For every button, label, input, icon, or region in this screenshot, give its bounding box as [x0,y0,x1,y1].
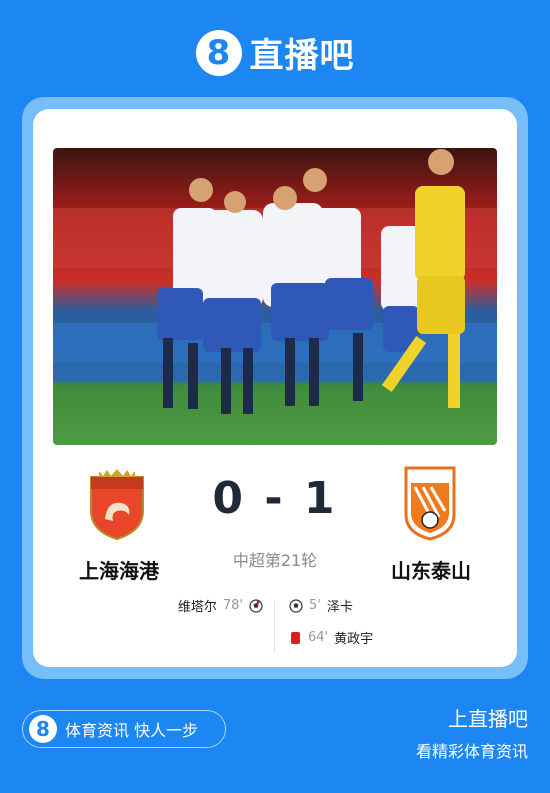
slogan-text: 体育资讯 快人一步 [65,721,199,740]
event-minute: 78' [222,598,243,613]
event-minute: 5' [309,598,321,613]
brand-header: 8 直播吧 [0,28,550,77]
events-divider [274,601,275,653]
shandong-taishan-crest-icon [404,466,456,541]
footer-subtitle: 看精彩体育资讯 [415,742,528,761]
away-goal-event: 5' 泽卡 [289,596,353,615]
logo-badge-icon: 8 [195,29,242,76]
footer-cta: 上直播吧 看精彩体育资讯 [416,703,528,762]
away-card-event: 64' 黄政宇 [289,628,373,647]
score-section: 0 - 1 上海海港 中超第21轮 山东泰山 [33,465,517,585]
card-icon [291,631,300,644]
match-card: 0 - 1 上海海港 中超第21轮 山东泰山 维塔尔 78' 5' 泽卡 64'… [33,109,517,667]
event-player: 黄政宇 [334,632,374,647]
event-player: 泽卡 [326,600,353,615]
home-goal-event: 维塔尔 78' [178,596,263,615]
football-icon [249,598,263,613]
brand-name: 直播吧 [249,36,355,76]
footer-title: 上直播吧 [448,707,528,731]
away-team-name: 山东泰山 [391,559,471,583]
match-photo [53,148,497,445]
event-player: 维塔尔 [177,600,217,615]
logo-badge-icon: 8 [29,715,57,743]
event-minute: 64' [308,630,329,645]
football-icon [289,598,303,613]
slogan-pill: 8 体育资讯 快人一步 [22,710,226,748]
